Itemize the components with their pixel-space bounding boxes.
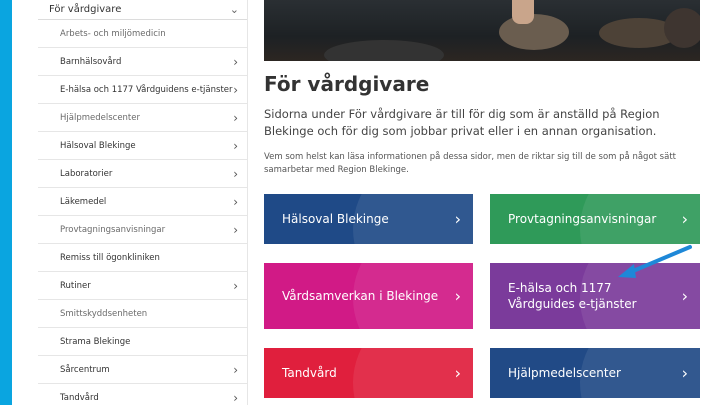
left-accent-rail — [0, 0, 12, 405]
sidebar-item-halsoval-blekinge[interactable]: Hälsoval Blekinge › — [38, 132, 247, 160]
sidebar-item-label: Barnhälsovård — [60, 56, 122, 67]
sidebar-item-arbets-och-miljomedicin[interactable]: Arbets- och miljömedicin — [38, 20, 247, 48]
chevron-right-icon[interactable]: › — [233, 195, 238, 209]
chevron-right-icon[interactable]: › — [233, 55, 238, 69]
page-note: Vem som helst kan läsa informationen på … — [264, 152, 676, 175]
sidebar-item-smittskyddsenheten[interactable]: Smittskyddsenheten — [38, 300, 247, 328]
sidebar-item-remiss-ogonkliniken[interactable]: Remiss till ögonkliniken — [38, 244, 247, 272]
chevron-right-icon[interactable]: › — [233, 223, 238, 237]
sidebar-item-label: Rutiner — [60, 280, 91, 291]
page-lead: Sidorna under För vårdgivare är till för… — [264, 107, 660, 138]
card-label: Hälsoval Blekinge — [282, 212, 389, 226]
chevron-right-icon[interactable]: › — [233, 167, 238, 181]
chevron-right-icon: › — [454, 209, 461, 229]
sidebar-item-hjalpmedelscenter[interactable]: Hjälpmedelscenter › — [38, 104, 247, 132]
chevron-down-icon[interactable]: ⌄ — [230, 3, 239, 16]
main-content: För vårdgivare Sidorna under För vårdgiv… — [264, 0, 704, 405]
chevron-right-icon[interactable]: › — [233, 111, 238, 125]
sidebar-item-provtagningsanvisningar[interactable]: Provtagningsanvisningar › — [38, 216, 247, 244]
chevron-right-icon[interactable]: › — [233, 363, 238, 377]
sidebar-item-strama-blekinge[interactable]: Strama Blekinge — [38, 328, 247, 356]
card-label: Vårdsamverkan i Blekinge — [282, 289, 439, 303]
sidebar-item-label: Läkemedel — [60, 196, 107, 207]
sidebar-section-for-vardgivare[interactable]: För vårdgivare ⌄ — [38, 0, 247, 20]
sidebar-item-label: Hjälpmedelscenter — [60, 112, 140, 123]
sidebar-section-label: För vårdgivare — [49, 4, 122, 15]
sidebar-item-label: Remiss till ögonkliniken — [60, 252, 160, 263]
hero-rock — [664, 8, 700, 48]
sidebar-item-barnhalsovard[interactable]: Barnhälsovård › — [38, 48, 247, 76]
sidebar-item-label: Strama Blekinge — [60, 336, 131, 347]
sidebar-item-label: Tandvård — [60, 392, 99, 403]
hero-image — [264, 0, 700, 61]
card-label: Hjälpmedelscenter — [508, 366, 621, 380]
sidebar-item-label: Smittskyddsenheten — [60, 308, 148, 319]
card-label: Provtagningsanvisningar — [508, 212, 657, 226]
sidebar-item-rutiner[interactable]: Rutiner › — [38, 272, 247, 300]
chevron-right-icon: › — [454, 286, 461, 306]
sidebar-nav: För vårdgivare ⌄ Arbets- och miljömedici… — [38, 0, 248, 405]
sidebar-item-lakemedel[interactable]: Läkemedel › — [38, 188, 247, 216]
chevron-right-icon: › — [454, 363, 461, 383]
hero-rock — [499, 14, 569, 50]
sidebar-item-laboratorier[interactable]: Laboratorier › — [38, 160, 247, 188]
hero-rock — [324, 40, 444, 61]
chevron-right-icon[interactable]: › — [233, 391, 238, 405]
card-tandvard[interactable]: Tandvård › — [264, 348, 473, 398]
hero-person-feet — [512, 0, 534, 24]
sidebar-item-label: Sårcentrum — [60, 364, 110, 375]
sidebar-item-tandvard[interactable]: Tandvård › — [38, 384, 247, 405]
card-label: E-hälsa och 1177 Vårdguides e-tjänster — [508, 281, 637, 311]
chevron-right-icon[interactable]: › — [233, 279, 238, 293]
chevron-right-icon[interactable]: › — [233, 139, 238, 153]
chevron-right-icon[interactable]: › — [233, 83, 238, 97]
chevron-right-icon: › — [681, 209, 688, 229]
page-title: För vårdgivare — [264, 72, 430, 96]
card-label: Tandvård — [282, 366, 337, 380]
sidebar-item-label: Arbets- och miljömedicin — [60, 28, 166, 39]
chevron-right-icon: › — [681, 363, 688, 383]
sidebar-item-label: Hälsoval Blekinge — [60, 140, 136, 151]
sidebar-item-label: E-hälsa och 1177 Vårdguidens e-tjänster — [60, 84, 233, 95]
sidebar-item-label: Laboratorier — [60, 168, 113, 179]
card-hjalpmedelscenter[interactable]: Hjälpmedelscenter › — [490, 348, 700, 398]
annotation-arrow-icon — [618, 245, 692, 278]
sidebar-item-e-halsa[interactable]: E-hälsa och 1177 Vårdguidens e-tjänster … — [38, 76, 247, 104]
card-halsoval-blekinge[interactable]: Hälsoval Blekinge › — [264, 194, 473, 244]
card-provtagningsanvisningar[interactable]: Provtagningsanvisningar › — [490, 194, 700, 244]
sidebar-item-label: Provtagningsanvisningar — [60, 224, 166, 235]
chevron-right-icon: › — [681, 286, 688, 306]
card-vardsamverkan[interactable]: Vårdsamverkan i Blekinge › — [264, 263, 473, 329]
sidebar-item-sarcentrum[interactable]: Sårcentrum › — [38, 356, 247, 384]
